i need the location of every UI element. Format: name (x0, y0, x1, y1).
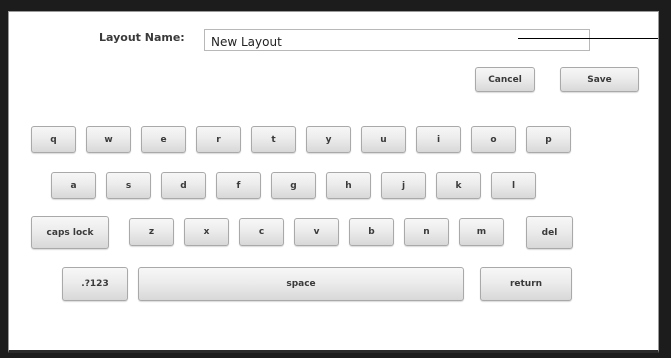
callout-line (518, 38, 658, 39)
key-m[interactable]: m (459, 218, 504, 246)
key-o[interactable]: o (471, 126, 516, 153)
layout-name-input[interactable] (204, 29, 590, 51)
layout-name-label: Layout Name: (99, 31, 185, 44)
cancel-button[interactable]: Cancel (475, 67, 535, 92)
key-h[interactable]: h (326, 172, 371, 199)
layout-name-dialog: Layout Name: Cancel Save q w e r t y u i… (8, 11, 659, 353)
key-return[interactable]: return (480, 267, 572, 301)
key-a[interactable]: a (51, 172, 96, 199)
key-v[interactable]: v (294, 218, 339, 246)
key-l[interactable]: l (491, 172, 536, 199)
key-i[interactable]: i (416, 126, 461, 153)
key-r[interactable]: r (196, 126, 241, 153)
key-c[interactable]: c (239, 218, 284, 246)
key-y[interactable]: y (306, 126, 351, 153)
key-caps-lock[interactable]: caps lock (31, 216, 109, 249)
key-q[interactable]: q (31, 126, 76, 153)
key-w[interactable]: w (86, 126, 131, 153)
key-f[interactable]: f (216, 172, 261, 199)
key-t[interactable]: t (251, 126, 296, 153)
save-button[interactable]: Save (560, 67, 639, 92)
key-z[interactable]: z (129, 218, 174, 246)
key-b[interactable]: b (349, 218, 394, 246)
key-e[interactable]: e (141, 126, 186, 153)
key-space[interactable]: space (138, 267, 464, 301)
key-s[interactable]: s (106, 172, 151, 199)
key-symbols[interactable]: .?123 (62, 267, 128, 301)
key-j[interactable]: j (381, 172, 426, 199)
key-p[interactable]: p (526, 126, 571, 153)
key-g[interactable]: g (271, 172, 316, 199)
key-k[interactable]: k (436, 172, 481, 199)
key-u[interactable]: u (361, 126, 406, 153)
key-delete[interactable]: del (526, 216, 573, 249)
key-n[interactable]: n (404, 218, 449, 246)
key-x[interactable]: x (184, 218, 229, 246)
key-d[interactable]: d (161, 172, 206, 199)
